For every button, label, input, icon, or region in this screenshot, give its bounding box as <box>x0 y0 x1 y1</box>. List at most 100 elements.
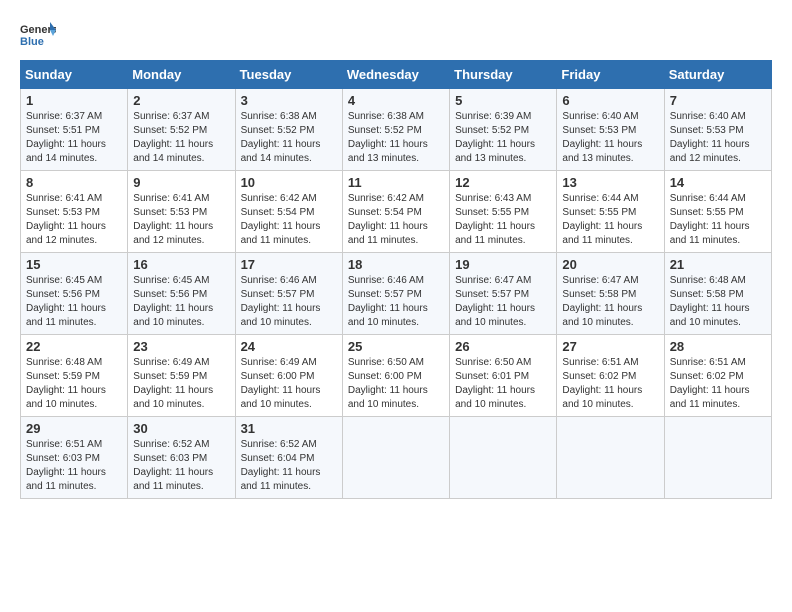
day-number: 14 <box>670 175 766 190</box>
calendar-cell: 20 Sunrise: 6:47 AM Sunset: 5:58 PM Dayl… <box>557 253 664 335</box>
calendar-cell: 12 Sunrise: 6:43 AM Sunset: 5:55 PM Dayl… <box>450 171 557 253</box>
day-number: 19 <box>455 257 551 272</box>
calendar-cell: 5 Sunrise: 6:39 AM Sunset: 5:52 PM Dayli… <box>450 89 557 171</box>
calendar-cell: 6 Sunrise: 6:40 AM Sunset: 5:53 PM Dayli… <box>557 89 664 171</box>
calendar-cell <box>664 417 771 499</box>
day-number: 22 <box>26 339 122 354</box>
day-info: Sunrise: 6:41 AM Sunset: 5:53 PM Dayligh… <box>26 192 122 248</box>
day-info: Sunrise: 6:48 AM Sunset: 5:59 PM Dayligh… <box>26 356 122 412</box>
calendar-cell: 27 Sunrise: 6:51 AM Sunset: 6:02 PM Dayl… <box>557 335 664 417</box>
calendar-cell <box>450 417 557 499</box>
day-number: 15 <box>26 257 122 272</box>
weekday-header: Tuesday <box>235 61 342 89</box>
day-number: 27 <box>562 339 658 354</box>
day-number: 25 <box>348 339 444 354</box>
day-number: 28 <box>670 339 766 354</box>
day-number: 5 <box>455 93 551 108</box>
day-number: 4 <box>348 93 444 108</box>
day-number: 8 <box>26 175 122 190</box>
weekday-header: Friday <box>557 61 664 89</box>
calendar-cell: 10 Sunrise: 6:42 AM Sunset: 5:54 PM Dayl… <box>235 171 342 253</box>
weekday-header: Wednesday <box>342 61 449 89</box>
day-info: Sunrise: 6:43 AM Sunset: 5:55 PM Dayligh… <box>455 192 551 248</box>
day-info: Sunrise: 6:37 AM Sunset: 5:51 PM Dayligh… <box>26 110 122 166</box>
calendar-cell: 23 Sunrise: 6:49 AM Sunset: 5:59 PM Dayl… <box>128 335 235 417</box>
weekday-header: Sunday <box>21 61 128 89</box>
calendar-cell: 13 Sunrise: 6:44 AM Sunset: 5:55 PM Dayl… <box>557 171 664 253</box>
day-info: Sunrise: 6:41 AM Sunset: 5:53 PM Dayligh… <box>133 192 229 248</box>
calendar-cell: 19 Sunrise: 6:47 AM Sunset: 5:57 PM Dayl… <box>450 253 557 335</box>
calendar-cell: 1 Sunrise: 6:37 AM Sunset: 5:51 PM Dayli… <box>21 89 128 171</box>
day-info: Sunrise: 6:46 AM Sunset: 5:57 PM Dayligh… <box>348 274 444 330</box>
day-info: Sunrise: 6:40 AM Sunset: 5:53 PM Dayligh… <box>670 110 766 166</box>
calendar-cell: 7 Sunrise: 6:40 AM Sunset: 5:53 PM Dayli… <box>664 89 771 171</box>
calendar-cell: 31 Sunrise: 6:52 AM Sunset: 6:04 PM Dayl… <box>235 417 342 499</box>
day-number: 29 <box>26 421 122 436</box>
day-number: 20 <box>562 257 658 272</box>
svg-text:Blue: Blue <box>20 36 44 48</box>
calendar-cell: 22 Sunrise: 6:48 AM Sunset: 5:59 PM Dayl… <box>21 335 128 417</box>
calendar-cell: 25 Sunrise: 6:50 AM Sunset: 6:00 PM Dayl… <box>342 335 449 417</box>
calendar-cell: 30 Sunrise: 6:52 AM Sunset: 6:03 PM Dayl… <box>128 417 235 499</box>
day-info: Sunrise: 6:49 AM Sunset: 5:59 PM Dayligh… <box>133 356 229 412</box>
day-number: 24 <box>241 339 337 354</box>
calendar-cell: 26 Sunrise: 6:50 AM Sunset: 6:01 PM Dayl… <box>450 335 557 417</box>
day-info: Sunrise: 6:44 AM Sunset: 5:55 PM Dayligh… <box>562 192 658 248</box>
day-info: Sunrise: 6:48 AM Sunset: 5:58 PM Dayligh… <box>670 274 766 330</box>
day-number: 30 <box>133 421 229 436</box>
calendar-cell: 2 Sunrise: 6:37 AM Sunset: 5:52 PM Dayli… <box>128 89 235 171</box>
day-number: 2 <box>133 93 229 108</box>
day-info: Sunrise: 6:40 AM Sunset: 5:53 PM Dayligh… <box>562 110 658 166</box>
day-info: Sunrise: 6:49 AM Sunset: 6:00 PM Dayligh… <box>241 356 337 412</box>
day-info: Sunrise: 6:39 AM Sunset: 5:52 PM Dayligh… <box>455 110 551 166</box>
calendar-cell: 4 Sunrise: 6:38 AM Sunset: 5:52 PM Dayli… <box>342 89 449 171</box>
day-number: 16 <box>133 257 229 272</box>
day-number: 10 <box>241 175 337 190</box>
day-number: 11 <box>348 175 444 190</box>
day-info: Sunrise: 6:45 AM Sunset: 5:56 PM Dayligh… <box>26 274 122 330</box>
day-info: Sunrise: 6:38 AM Sunset: 5:52 PM Dayligh… <box>241 110 337 166</box>
day-number: 23 <box>133 339 229 354</box>
day-info: Sunrise: 6:51 AM Sunset: 6:02 PM Dayligh… <box>562 356 658 412</box>
day-number: 7 <box>670 93 766 108</box>
day-info: Sunrise: 6:52 AM Sunset: 6:04 PM Dayligh… <box>241 438 337 494</box>
calendar-cell <box>342 417 449 499</box>
calendar-cell: 11 Sunrise: 6:42 AM Sunset: 5:54 PM Dayl… <box>342 171 449 253</box>
day-info: Sunrise: 6:44 AM Sunset: 5:55 PM Dayligh… <box>670 192 766 248</box>
calendar-cell: 29 Sunrise: 6:51 AM Sunset: 6:03 PM Dayl… <box>21 417 128 499</box>
day-info: Sunrise: 6:42 AM Sunset: 5:54 PM Dayligh… <box>348 192 444 248</box>
calendar-cell: 14 Sunrise: 6:44 AM Sunset: 5:55 PM Dayl… <box>664 171 771 253</box>
day-number: 31 <box>241 421 337 436</box>
day-number: 18 <box>348 257 444 272</box>
calendar-cell: 17 Sunrise: 6:46 AM Sunset: 5:57 PM Dayl… <box>235 253 342 335</box>
calendar-cell: 24 Sunrise: 6:49 AM Sunset: 6:00 PM Dayl… <box>235 335 342 417</box>
day-info: Sunrise: 6:45 AM Sunset: 5:56 PM Dayligh… <box>133 274 229 330</box>
day-number: 13 <box>562 175 658 190</box>
calendar-cell: 16 Sunrise: 6:45 AM Sunset: 5:56 PM Dayl… <box>128 253 235 335</box>
day-info: Sunrise: 6:47 AM Sunset: 5:58 PM Dayligh… <box>562 274 658 330</box>
day-number: 6 <box>562 93 658 108</box>
day-number: 1 <box>26 93 122 108</box>
day-info: Sunrise: 6:50 AM Sunset: 6:00 PM Dayligh… <box>348 356 444 412</box>
calendar-cell: 9 Sunrise: 6:41 AM Sunset: 5:53 PM Dayli… <box>128 171 235 253</box>
day-number: 9 <box>133 175 229 190</box>
page-header: General Blue <box>20 20 772 50</box>
day-number: 3 <box>241 93 337 108</box>
calendar-cell: 21 Sunrise: 6:48 AM Sunset: 5:58 PM Dayl… <box>664 253 771 335</box>
day-info: Sunrise: 6:46 AM Sunset: 5:57 PM Dayligh… <box>241 274 337 330</box>
day-info: Sunrise: 6:37 AM Sunset: 5:52 PM Dayligh… <box>133 110 229 166</box>
weekday-header: Saturday <box>664 61 771 89</box>
calendar-cell: 3 Sunrise: 6:38 AM Sunset: 5:52 PM Dayli… <box>235 89 342 171</box>
day-number: 17 <box>241 257 337 272</box>
day-number: 26 <box>455 339 551 354</box>
day-info: Sunrise: 6:50 AM Sunset: 6:01 PM Dayligh… <box>455 356 551 412</box>
calendar-table: SundayMondayTuesdayWednesdayThursdayFrid… <box>20 60 772 499</box>
day-info: Sunrise: 6:51 AM Sunset: 6:03 PM Dayligh… <box>26 438 122 494</box>
calendar-cell: 15 Sunrise: 6:45 AM Sunset: 5:56 PM Dayl… <box>21 253 128 335</box>
calendar-cell <box>557 417 664 499</box>
logo-icon: General Blue <box>20 20 56 50</box>
calendar-cell: 28 Sunrise: 6:51 AM Sunset: 6:02 PM Dayl… <box>664 335 771 417</box>
weekday-header: Monday <box>128 61 235 89</box>
calendar-header: SundayMondayTuesdayWednesdayThursdayFrid… <box>21 61 772 89</box>
day-info: Sunrise: 6:47 AM Sunset: 5:57 PM Dayligh… <box>455 274 551 330</box>
